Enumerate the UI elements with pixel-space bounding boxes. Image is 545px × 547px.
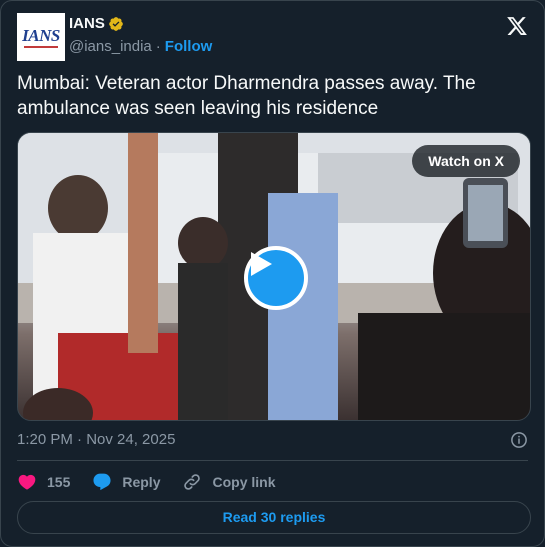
embedded-post-card: IANS IANS @ians_india · Follow Mumbai: V…	[0, 0, 545, 547]
video-media[interactable]: Watch on X	[17, 132, 531, 421]
info-icon[interactable]	[510, 431, 528, 449]
play-button[interactable]	[244, 246, 308, 310]
copy-link-button[interactable]: Copy link	[182, 472, 276, 492]
avatar[interactable]: IANS	[17, 13, 65, 61]
avatar-logo-text: IANS	[22, 25, 60, 45]
post-header: IANS IANS @ians_india · Follow	[17, 13, 528, 61]
play-icon	[251, 252, 272, 276]
link-icon	[184, 474, 201, 490]
copy-link-label: Copy link	[212, 474, 276, 490]
handle[interactable]: @ians_india	[69, 38, 152, 55]
post-timestamp[interactable]: 1:20 PM · Nov 24, 2025	[17, 431, 175, 448]
like-button[interactable]: 155	[17, 472, 70, 492]
follow-button[interactable]: Follow	[165, 38, 213, 55]
watch-on-x-button[interactable]: Watch on X	[412, 145, 520, 177]
reply-icon	[93, 473, 111, 491]
verified-badge-icon	[109, 16, 123, 31]
likes-count: 155	[47, 474, 71, 490]
display-name[interactable]: IANS	[69, 15, 105, 32]
name-row: IANS	[69, 15, 124, 32]
read-replies-button[interactable]: Read 30 replies	[17, 501, 531, 534]
post-text: Mumbai: Veteran actor Dharmendra passes …	[17, 73, 476, 119]
reply-label: Reply	[122, 474, 161, 490]
divider	[17, 460, 528, 461]
x-logo-icon[interactable]	[506, 15, 528, 37]
handle-row: @ians_india · Follow	[69, 38, 212, 55]
actions-bar: 155 Reply Copy link	[17, 470, 298, 494]
avatar-logo-underline	[24, 45, 58, 48]
reply-button[interactable]: Reply	[92, 472, 160, 492]
heart-icon	[18, 474, 36, 490]
separator-dot: ·	[155, 38, 161, 55]
